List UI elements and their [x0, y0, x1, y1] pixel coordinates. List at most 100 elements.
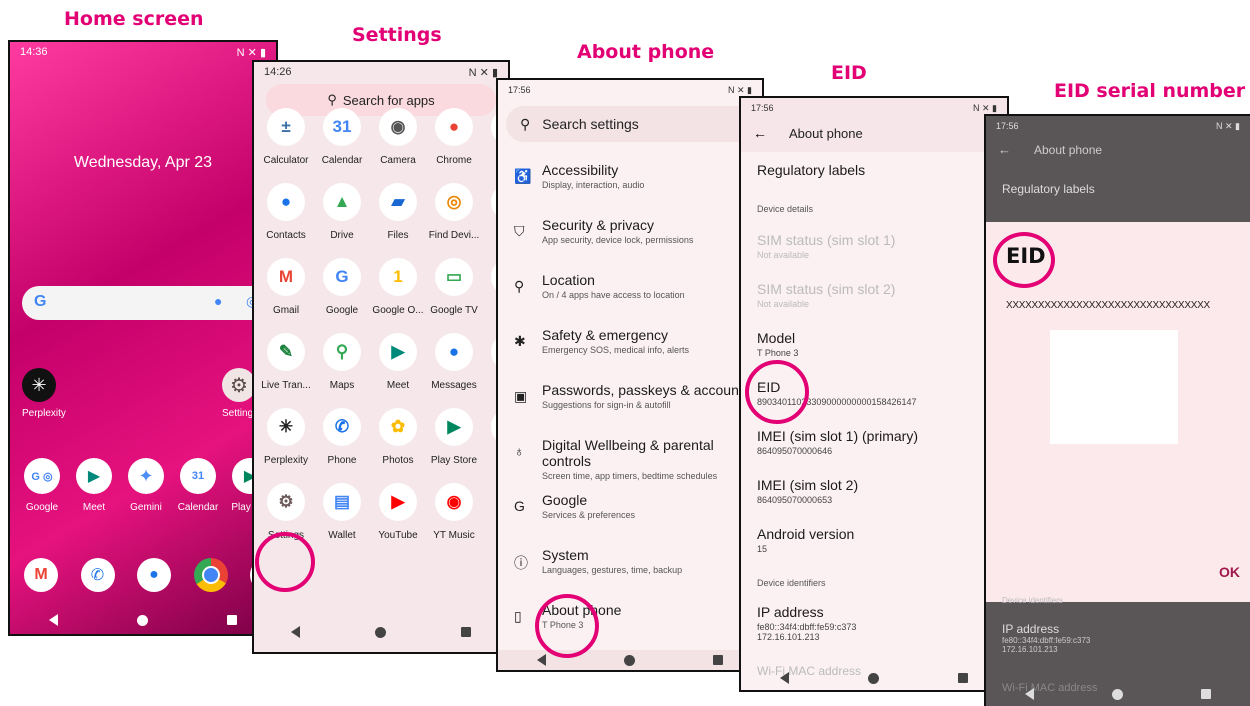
item-subtitle: Languages, gestures, time, backup	[542, 565, 683, 575]
drawer-app[interactable]: ● Chrome	[426, 108, 482, 166]
about-item[interactable]: Model T Phone 3	[757, 330, 997, 358]
status-bar: 17:56 N ✕ ▮	[741, 98, 1007, 118]
drawer-app[interactable]: ▰ Files	[370, 183, 426, 241]
settings-item[interactable]: ♿ Accessibility Display, interaction, audi…	[498, 162, 762, 190]
messages-icon[interactable]: ●	[137, 558, 171, 592]
app-label: Files	[387, 230, 409, 241]
accessibility-icon: ♿	[514, 168, 532, 184]
youtube-icon: ▶	[379, 483, 417, 521]
google-icon: G	[514, 498, 525, 514]
play-store-icon: ▶	[435, 408, 473, 446]
drawer-app[interactable]: ✳ Perplexity	[258, 408, 314, 466]
drawer-app[interactable]: ◉ Camera	[370, 108, 426, 166]
regulatory-labels-row[interactable]: Regulatory labels	[757, 162, 997, 178]
recents-icon[interactable]	[957, 673, 968, 683]
mic-icon[interactable]: ●	[214, 293, 222, 309]
back-icon[interactable]	[780, 672, 790, 684]
drawer-app[interactable]: ● Contacts	[258, 183, 314, 241]
item-subtitle: App security, device lock, permissions	[542, 235, 694, 245]
app-label: Perplexity	[264, 455, 308, 466]
recents-icon[interactable]	[460, 627, 471, 637]
settings-search-bar[interactable]: ⚲ Search settings	[506, 106, 762, 142]
drawer-app[interactable]: ▶ YouTube	[370, 483, 426, 541]
row-title: IMEI (sim slot 2)	[757, 477, 859, 493]
drawer-app[interactable]: ◉ YT Music	[426, 483, 482, 541]
app-label: Calendar	[321, 155, 363, 166]
app-label: Meet	[82, 502, 106, 513]
about-item[interactable]: Android version 15	[757, 526, 997, 554]
home-app-gemini[interactable]: ✦ Gemini	[122, 458, 170, 513]
drawer-app[interactable]: 31 Calendar	[314, 108, 370, 166]
drawer-app[interactable]: G Google	[314, 258, 370, 316]
drawer-app[interactable]: ◎ Find Devi...	[426, 183, 482, 241]
wellbeing-icon: ♁	[514, 443, 525, 459]
home-icon[interactable]	[136, 614, 148, 626]
home-icon[interactable]	[374, 626, 386, 638]
info-icon: ⓘ	[514, 555, 528, 571]
settings-item[interactable]: ⚲ Location On / 4 apps have access to loca…	[498, 272, 762, 300]
about-item[interactable]: IMEI (sim slot 1) (primary) 8640950700006…	[757, 428, 997, 456]
drawer-app[interactable]: ▶ Meet	[370, 333, 426, 391]
settings-item[interactable]: ♁ Digital Wellbeing & parental controls Sc…	[498, 437, 762, 481]
dimmed-ip-row: IP address fe80::34f4:dbff:fe59:c373 172…	[1002, 622, 1090, 654]
ip-address-row[interactable]: IP address fe80::34f4:dbff:fe59:c373 172…	[757, 604, 997, 642]
ok-button[interactable]: OK	[1219, 564, 1240, 580]
back-icon[interactable]	[291, 626, 301, 638]
nav-bar	[10, 610, 276, 630]
caption-eid: EID	[831, 62, 867, 84]
highlight-settings-app	[255, 532, 315, 592]
settings-item[interactable]: G Google Services & preferences	[498, 492, 762, 520]
settings-item[interactable]: ▣ Passwords, passkeys & accounts Suggestio…	[498, 382, 762, 410]
row-value: Not available	[757, 250, 810, 260]
back-icon[interactable]	[537, 654, 546, 666]
home-app-calendar[interactable]: 31 Calendar	[172, 458, 224, 513]
home-icon[interactable]	[624, 654, 635, 666]
drawer-app[interactable]: ± Calculator	[258, 108, 314, 166]
back-arrow-icon[interactable]: ←	[753, 125, 767, 141]
drawer-app[interactable]: ● Messages	[426, 333, 482, 391]
drawer-app[interactable]: ⚲ Maps	[314, 333, 370, 391]
gmail-icon[interactable]: M	[24, 558, 58, 592]
google-search-bar[interactable]: G ● ◎	[22, 286, 276, 320]
drawer-app[interactable]: M Gmail	[258, 258, 314, 316]
calendar-icon: 31	[180, 458, 216, 494]
app-grid: ±Calculator31Calendar◉Camera●Chrome◷Clo●…	[258, 108, 508, 541]
home-app-google[interactable]: G ◎ Google	[18, 458, 66, 513]
about-item[interactable]: IMEI (sim slot 2) 864095070000653	[757, 477, 997, 505]
app-label: Google O...	[372, 305, 424, 316]
settings-item[interactable]: ⛉ Security & privacy App security, device …	[498, 217, 762, 245]
home-app-meet[interactable]: ▶ Meet	[70, 458, 118, 513]
about-item[interactable]: SIM status (sim slot 1) Not available	[757, 232, 997, 260]
about-item[interactable]: SIM status (sim slot 2) Not available	[757, 281, 997, 309]
app-label: Meet	[386, 380, 410, 391]
row-value: 864095070000646	[757, 446, 833, 456]
settings-item[interactable]: ⓘ System Languages, gestures, time, backup	[498, 547, 762, 575]
app-label: Camera	[380, 155, 416, 166]
drawer-app[interactable]: ▲ Drive	[314, 183, 370, 241]
drawer-app[interactable]: ▤ Wallet	[314, 483, 370, 541]
caption-about-phone: About phone	[577, 41, 715, 63]
status-bar: 14:36 N ✕ ▮	[10, 42, 276, 62]
maps-icon: ⚲	[323, 333, 361, 371]
header-title: About phone	[1034, 143, 1103, 157]
recents-icon[interactable]	[226, 615, 237, 625]
wallet-icon: ▤	[323, 483, 361, 521]
back-icon[interactable]	[49, 614, 59, 626]
phone-icon[interactable]: ✆	[80, 558, 115, 592]
highlight-eid-title	[993, 232, 1055, 288]
drawer-app[interactable]: ✿ Photos	[370, 408, 426, 466]
drawer-app[interactable]: ✆ Phone	[314, 408, 370, 466]
settings-gear-icon: ⚙	[222, 368, 256, 402]
drawer-app[interactable]: ▭ Google TV	[426, 258, 482, 316]
home-app-perplexity[interactable]: ✳ Perplexity	[22, 368, 82, 419]
header-title: About phone	[789, 126, 863, 141]
home-icon[interactable]	[867, 672, 879, 684]
chrome-icon[interactable]	[193, 558, 228, 592]
drawer-app[interactable]: ✎ Live Tran...	[258, 333, 314, 391]
settings-item[interactable]: ✱ Safety & emergency Emergency SOS, medica…	[498, 327, 762, 355]
recents-icon[interactable]	[713, 655, 723, 665]
drawer-app[interactable]: 1 Google O...	[370, 258, 426, 316]
home-screen: 14:36 N ✕ ▮ Wednesday, Apr 23 G ● ◎ ✳ Pe…	[8, 40, 278, 636]
drawer-app[interactable]: ▶ Play Store	[426, 408, 482, 466]
app-label: Google	[325, 305, 359, 316]
